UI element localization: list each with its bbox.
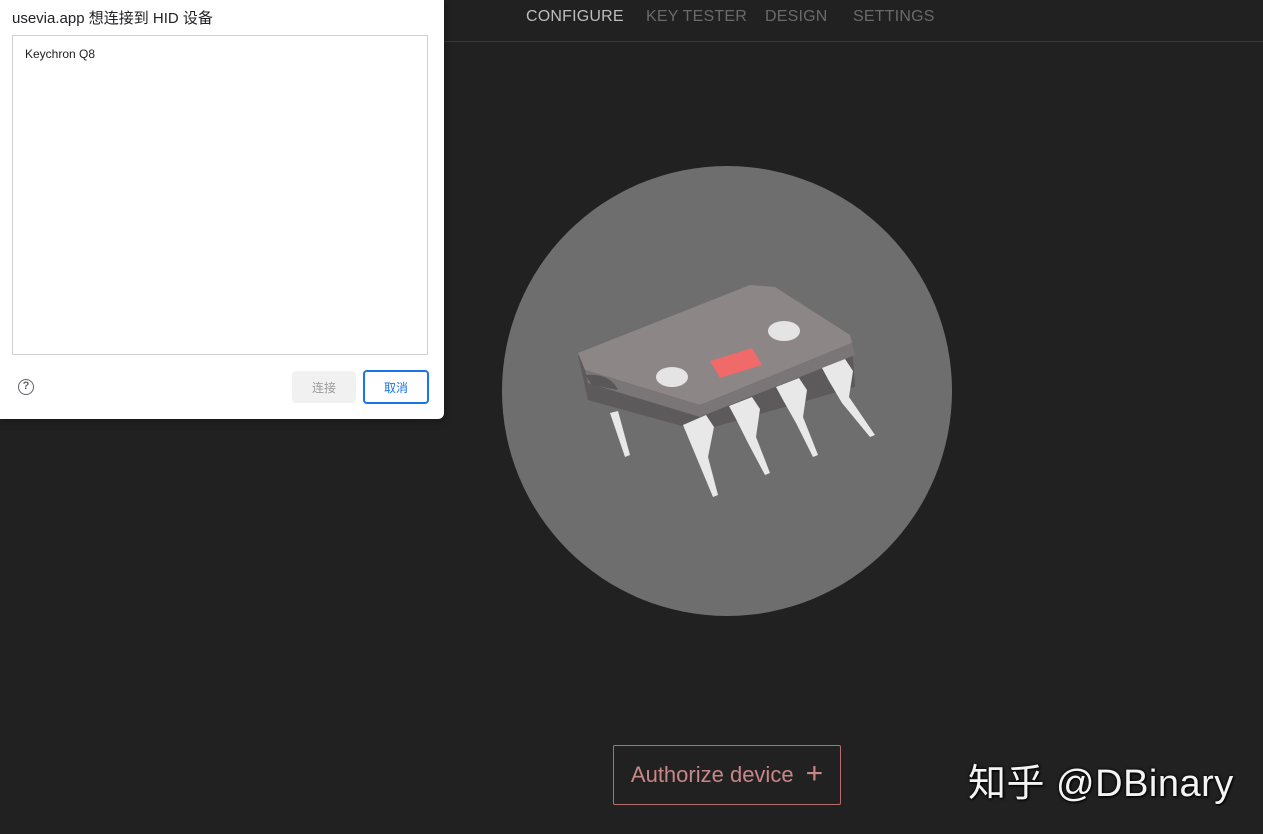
nav-tab-design[interactable]: DESIGN [765,8,828,26]
help-icon[interactable]: ? [18,379,34,395]
nav-tab-configure[interactable]: CONFIGURE [526,8,624,26]
hid-permission-dialog: usevia.app 想连接到 HID 设备 Keychron Q8 ? 连接 … [0,0,444,419]
nav-tab-key-tester[interactable]: KEY TESTER [646,8,747,26]
device-list[interactable]: Keychron Q8 [12,35,428,355]
authorize-device-label: Authorize device [630,762,794,787]
cancel-button[interactable]: 取消 [363,370,429,404]
connect-button[interactable]: 连接 [292,371,356,403]
device-list-item[interactable]: Keychron Q8 [13,36,427,69]
authorize-device-button[interactable]: Authorize device + [613,745,841,805]
watermark: 知乎 @DBinary [968,763,1234,805]
nav-tab-settings[interactable]: SETTINGS [853,8,935,26]
plus-icon: + [805,756,824,790]
ic-chip-icon [502,166,952,616]
dialog-title: usevia.app 想连接到 HID 设备 [12,10,213,27]
